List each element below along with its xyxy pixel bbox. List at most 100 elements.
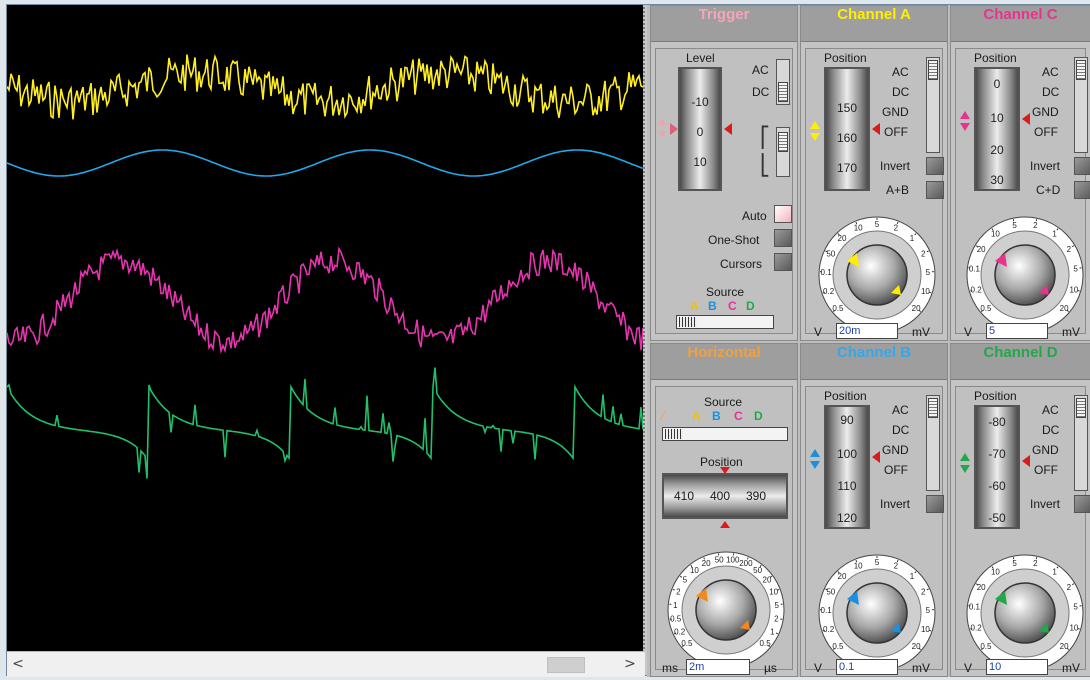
channel-c-position-drum[interactable]: 0 10 20 30: [974, 67, 1020, 191]
channel-a-sum-button[interactable]: [926, 181, 944, 199]
horizontal-position-drum[interactable]: 410 400 390: [662, 473, 788, 519]
channel-d-title: Channel D: [951, 344, 1090, 380]
channel-d-volts-value[interactable]: 10: [986, 659, 1048, 675]
horizontal-source-slider[interactable]: [662, 427, 788, 441]
dial-tick-label: 10: [854, 224, 863, 233]
channel-d-panel: Channel D Position -80 -70 -60 -50 AC DC…: [950, 343, 1090, 677]
channel-b-unit-left: V: [814, 661, 823, 675]
channel-a-invert-button[interactable]: [926, 157, 944, 175]
one-shot-label: One-Shot: [708, 233, 760, 247]
channel-b-panel: Channel B Position 90 100 110 120 AC DC …: [800, 343, 948, 677]
channel-a-title: Channel A: [801, 6, 947, 42]
channel-d-invert-button[interactable]: [1074, 495, 1090, 513]
channel-a-ac-label: AC: [892, 65, 909, 79]
dial-tick-mark: [929, 291, 932, 294]
dial-tick-label: 10: [921, 287, 930, 296]
dial-tick-label: 5: [683, 576, 688, 585]
chevron-right-icon[interactable]: >: [621, 655, 639, 673]
channel-b-dc-label: DC: [892, 423, 910, 437]
channel-c-inner: Position 0 10 20 30 AC DC GND OFF Invert…: [955, 48, 1090, 339]
channel-b-tick-110: 110: [837, 479, 857, 493]
channel-c-volts-value[interactable]: 5: [986, 323, 1048, 339]
dial-tick-mark: [929, 629, 932, 632]
level-arrow-up-icon: [658, 119, 666, 125]
channel-c-tick-0: 0: [993, 77, 1001, 91]
channel-d-position-drum[interactable]: -80 -70 -60 -50: [974, 405, 1020, 529]
dial-tick-mark: [855, 559, 858, 563]
trigger-source-c: C: [728, 299, 737, 313]
dial-tick-label: 0.1: [969, 603, 981, 612]
dial-tick-label: 0.2: [674, 627, 686, 636]
channel-d-inner: Position -80 -70 -60 -50 AC DC GND OFF I…: [955, 386, 1090, 675]
dial-tick-mark: [777, 588, 780, 591]
edge-rising-icon: ⎡: [760, 127, 770, 149]
channel-b-arrow-down-icon: [810, 461, 820, 469]
channel-b-arrow-up-icon: [810, 449, 820, 457]
channel-c-tick-10: 10: [990, 111, 1004, 125]
dial-tick-mark: [1077, 290, 1080, 292]
dial-tick-label: 2: [1033, 559, 1038, 568]
trigger-ac-label: AC: [752, 63, 769, 77]
horizontal-source-c: C: [734, 409, 743, 423]
horizontal-time-value[interactable]: 2m: [686, 659, 750, 675]
horizontal-time-dial[interactable]: 0.50.20.51251020 50 100 2005020105210.5: [658, 533, 794, 671]
channel-c-sum-button[interactable]: [1074, 181, 1090, 199]
channel-a-coupling-switch[interactable]: [926, 57, 940, 153]
channel-b-coupling-switch[interactable]: [926, 395, 940, 491]
trigger-inner: Level -10 0 10 AC DC ⎡ ⎣ Auto One-Shot C…: [655, 48, 793, 334]
level-tick-neg10: -10: [691, 95, 709, 109]
cursors-button[interactable]: [774, 253, 792, 271]
waveform-screen: [7, 5, 643, 651]
dial-tick-label: 5: [875, 558, 880, 567]
level-drum[interactable]: -10 0 10: [678, 67, 722, 191]
channel-d-dc-label: DC: [1042, 423, 1060, 437]
dial-tick-label: 0.1: [969, 265, 981, 274]
channel-c-unit-right: mV: [1062, 325, 1080, 339]
trigger-source-slider[interactable]: [676, 315, 774, 329]
horizontal-unit-right: µs: [764, 661, 777, 675]
dial-tick-mark: [896, 221, 899, 225]
channel-d-volts-dial[interactable]: 0.50.20.120105 21251020: [958, 537, 1090, 673]
channel-d-gnd-label: GND: [1032, 443, 1059, 457]
trigger-panel: Trigger Level -10 0 10 AC DC ⎡ ⎣ Auto On…: [650, 5, 798, 341]
dial-tick-label: 0.2: [823, 287, 835, 296]
cursors-label: Cursors: [720, 257, 763, 271]
channel-b-volts-dial[interactable]: 0.50.20.1502010 5 21251020: [810, 537, 944, 673]
scrollbar-thumb[interactable]: [547, 657, 585, 673]
auto-button[interactable]: [774, 205, 792, 223]
channel-a-volts-dial[interactable]: 0.50.20.1502010 5 21251020: [810, 199, 944, 335]
channel-c-volts-dial[interactable]: 0.50.20.120105 21251020: [958, 199, 1090, 335]
trace-channel-b: [7, 149, 643, 177]
channel-b-gnd-label: GND: [882, 443, 909, 457]
one-shot-button[interactable]: [774, 229, 792, 247]
channel-d-marker-icon: [1022, 455, 1030, 467]
dial-tick-label: 5: [926, 606, 931, 615]
channel-c-coupling-switch[interactable]: [1074, 57, 1088, 153]
dial-tick-label: 2: [1067, 245, 1072, 254]
channel-a-position-drum[interactable]: 150 160 170: [824, 67, 870, 191]
channel-d-position-label: Position: [974, 389, 1017, 403]
channel-d-coupling-switch[interactable]: [1074, 395, 1088, 491]
channel-a-arrow-down-icon: [810, 133, 820, 141]
channel-d-ac-label: AC: [1042, 403, 1059, 417]
channel-b-invert-button[interactable]: [926, 495, 944, 513]
channel-a-volts-value[interactable]: 20m: [836, 323, 898, 339]
channel-d-arrow-up-icon: [960, 453, 970, 461]
dial-tick-label: 5: [1073, 265, 1078, 274]
trigger-coupling-switch[interactable]: [776, 59, 790, 105]
channel-b-position-drum[interactable]: 90 100 110 120: [824, 405, 870, 529]
dial-tick-label: 5: [1012, 221, 1017, 230]
chevron-left-icon[interactable]: <: [9, 655, 27, 673]
horizontal-panel: Horizontal Source ⁄ A B C D Position 410…: [650, 343, 798, 677]
horizontal-tick-390: 390: [746, 489, 767, 503]
channel-a-dc-label: DC: [892, 85, 910, 99]
trigger-edge-switch[interactable]: [776, 127, 790, 177]
oscilloscope-window: < > Trigger Level -10 0 10 AC DC ⎡ ⎣ Aut…: [6, 4, 1090, 677]
channel-a-unit-left: V: [814, 325, 823, 339]
channel-b-title: Channel B: [801, 344, 947, 380]
channel-c-invert-button[interactable]: [1074, 157, 1090, 175]
channel-b-volts-value[interactable]: 0.1: [836, 659, 898, 675]
channel-a-arrow-up-icon: [810, 121, 820, 129]
horizontal-scrollbar[interactable]: < >: [7, 651, 645, 677]
scope-display: < >: [7, 5, 645, 677]
